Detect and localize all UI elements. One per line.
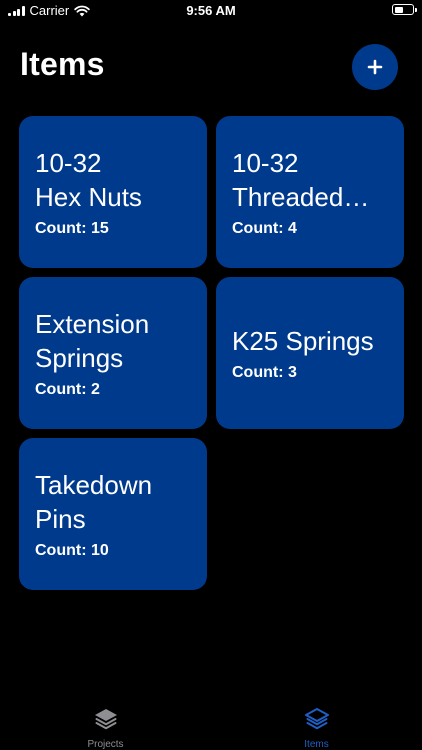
item-name: Takedown Pins	[35, 470, 153, 534]
item-count: Count: 3	[232, 364, 297, 381]
item-name: K25 Springs	[232, 326, 374, 356]
item-card[interactable]: Extension Springs Count: 2	[19, 277, 207, 429]
item-count: Count: 10	[35, 542, 109, 559]
item-count: Count: 15	[35, 220, 109, 237]
item-name: 10-32 Hex Nuts	[35, 148, 142, 212]
item-count: Count: 2	[35, 381, 100, 398]
tab-items[interactable]: Items	[211, 700, 422, 750]
item-name: Extension Springs	[35, 309, 150, 373]
item-card[interactable]: 10-32 Threaded Rods Count: 4	[216, 116, 404, 268]
battery-icon	[392, 4, 417, 15]
layers-icon	[304, 706, 330, 737]
status-bar: Carrier 9:56 AM	[0, 0, 422, 22]
layers-icon	[93, 706, 119, 737]
plus-icon	[367, 59, 383, 75]
item-card[interactable]: K25 Springs Count: 3	[216, 277, 404, 429]
add-item-button[interactable]	[352, 44, 398, 90]
items-grid: 10-32 Hex Nuts Count: 15 10-32 Threaded Ro…	[19, 116, 404, 590]
tab-label: Projects	[87, 739, 124, 750]
page-title: Items	[20, 46, 105, 82]
tab-label: Items	[304, 739, 329, 750]
item-name: 10-32 Threaded Rods	[232, 148, 344, 212]
item-card[interactable]: Takedown Pins Count: 10	[19, 438, 207, 590]
status-time: 9:56 AM	[186, 3, 236, 18]
item-card[interactable]: 10-32 Hex Nuts Count: 15	[19, 116, 207, 268]
tab-projects[interactable]: Projects	[0, 700, 211, 750]
item-count: Count: 4	[232, 220, 297, 237]
tab-bar: Projects Items	[0, 700, 422, 750]
